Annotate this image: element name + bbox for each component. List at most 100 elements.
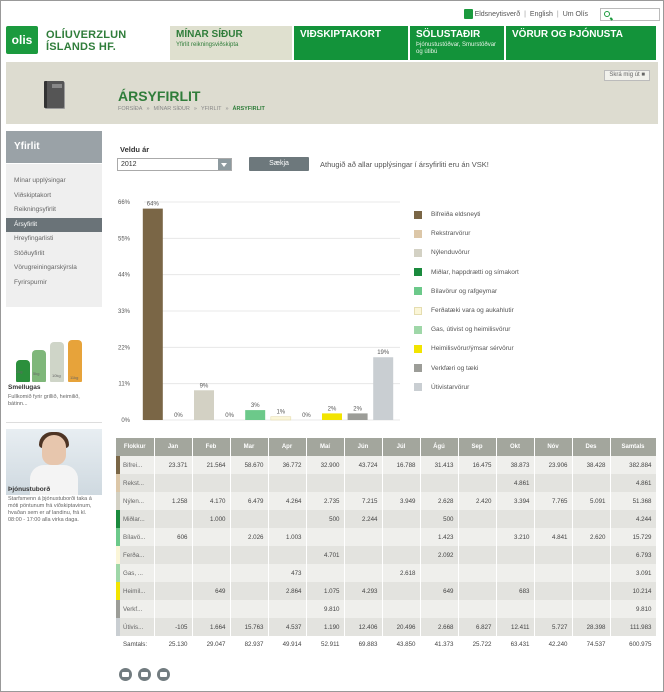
- breadcrumb-item[interactable]: FORSÍÐA: [118, 106, 142, 112]
- row-category: Verkf...: [116, 600, 155, 618]
- logo[interactable]: olis: [6, 26, 38, 54]
- row-category: Útivis...: [116, 618, 155, 636]
- table-cell: 2.420: [458, 492, 497, 510]
- search-input[interactable]: [600, 7, 660, 21]
- year-value: 2012: [121, 161, 137, 168]
- gas-tank-image: [32, 350, 46, 382]
- row-total: 51.368: [610, 492, 657, 510]
- table-cell: [534, 582, 573, 600]
- breadcrumb-item[interactable]: YFIRLIT: [201, 106, 221, 112]
- table-row: Miðlar... 1.000 500 2.244 500 4.244: [116, 510, 657, 528]
- breadcrumb-item[interactable]: MÍNAR SÍÐUR: [154, 106, 190, 112]
- table-cell: [306, 564, 345, 582]
- table-cell: [496, 546, 535, 564]
- row-category: Miðlar...: [116, 510, 155, 528]
- legend-label: Gas, útivist og heimilisvörur: [431, 326, 511, 334]
- lock-icon: ■: [641, 72, 645, 78]
- legend-swatch: [414, 287, 422, 296]
- sidebar-item[interactable]: Fyrirspurnir: [6, 276, 102, 291]
- row-total: 4.861: [610, 474, 657, 492]
- promo-service-desk[interactable]: Þjónustuborð Starfsmenn á þjónustuborði …: [6, 429, 102, 569]
- chart-bar[interactable]: [322, 413, 342, 420]
- total-cell: 69.883: [344, 636, 383, 652]
- table-cell: [154, 546, 193, 564]
- table-row: Gas, ... 473 2.618 3.091: [116, 564, 657, 582]
- nav-tab[interactable]: VÖRUR OG ÞJÓNUSTA: [506, 26, 656, 60]
- table-cell: [192, 564, 231, 582]
- table-cell: [420, 564, 459, 582]
- table-cell: [154, 600, 193, 618]
- chart-bar[interactable]: [347, 413, 368, 420]
- legend-label: Heimilisvörur/ýmsar sérvörur: [431, 345, 514, 353]
- legend-item: Rekstrarvörur: [414, 224, 614, 243]
- table-cell: [154, 474, 193, 492]
- table-cell: 28.398: [572, 618, 611, 636]
- table-cell: 9.810: [306, 600, 345, 618]
- table-cell: 500: [420, 510, 459, 528]
- chart-bar[interactable]: [245, 410, 266, 420]
- sidebar-item[interactable]: Vörugreiningarskýrsla: [6, 261, 102, 276]
- fetch-button[interactable]: Sækja: [249, 157, 309, 171]
- legend-swatch: [414, 210, 422, 219]
- nav-tab[interactable]: MÍNAR SÍÐUR Yfirlit reikningsviðskipta: [170, 26, 292, 60]
- chart-bar[interactable]: [194, 390, 214, 420]
- table-cell: [154, 510, 193, 528]
- chevron-down-icon[interactable]: [218, 159, 231, 170]
- sidebar-item[interactable]: Stöðuyfirlit: [6, 247, 102, 262]
- table-row: Útivis... -105 1.664 15.763 4.537 1.190 12.406…: [116, 618, 657, 636]
- table-cell: [192, 474, 231, 492]
- print-icon[interactable]: [119, 668, 132, 681]
- sidebar-menu: Mínar upplýsingar Viðskiptakort Reikningsy…: [6, 164, 102, 307]
- utility-bar: Eldsneytisverð | English | Um Olís: [463, 6, 664, 22]
- table-cell: 1.664: [192, 618, 231, 636]
- row-total: 382.884: [610, 456, 657, 474]
- sidebar-item[interactable]: Viðskiptakort: [6, 189, 102, 204]
- nav-tab[interactable]: VIÐSKIPTAKORT: [294, 26, 408, 60]
- column-header: Jún: [344, 438, 383, 456]
- table-cell: 32.900: [306, 456, 345, 474]
- table-cell: [382, 582, 421, 600]
- table-cell: 16.475: [458, 456, 497, 474]
- table-cell: [572, 546, 611, 564]
- table-cell: 2.735: [306, 492, 345, 510]
- bar-value-label: 3%: [251, 403, 260, 409]
- table-cell: 4.537: [268, 618, 307, 636]
- sidebar-item[interactable]: Reikningsyfirlit: [6, 203, 102, 218]
- logout-button[interactable]: Skrá mig út ■: [604, 70, 650, 81]
- search-icon[interactable]: [604, 10, 610, 17]
- sidebar-item[interactable]: Mínar upplýsingar: [6, 174, 102, 189]
- english-link[interactable]: English: [526, 11, 557, 18]
- about-link[interactable]: Um Olís: [559, 11, 592, 18]
- table-cell: [230, 582, 269, 600]
- nav-tab[interactable]: SÖLUSTAÐIR Þjónustustöðvar, Smurstöðvar o…: [410, 26, 504, 60]
- chart-bar[interactable]: [270, 416, 292, 421]
- fuel-price-link[interactable]: Eldsneytisverð: [475, 11, 525, 18]
- column-header: Jan: [154, 438, 193, 456]
- bar-value-label: 19%: [377, 350, 390, 356]
- chart-bar[interactable]: [373, 357, 394, 420]
- sidebar-item[interactable]: Hreyfingarlisti: [6, 232, 102, 247]
- table-cell: 3.949: [382, 492, 421, 510]
- legend-swatch: [414, 383, 422, 392]
- excel-icon[interactable]: [157, 668, 170, 681]
- tank-label: 5kg: [33, 371, 40, 376]
- row-total: 15.729: [610, 528, 657, 546]
- table-cell: [306, 528, 345, 546]
- row-category: Ferða...: [116, 546, 155, 564]
- total-cell: 29.047: [192, 636, 231, 652]
- email-icon[interactable]: [138, 668, 151, 681]
- row-category-label: Bílavö...: [123, 533, 146, 541]
- legend-swatch: [414, 306, 422, 315]
- year-select[interactable]: 2012: [117, 158, 232, 171]
- chart-bar[interactable]: [142, 208, 163, 420]
- promo-gas[interactable]: 2kg 5kg 10kg 11kg Smellugas Fullkomið fy…: [6, 311, 102, 423]
- total-cell: 42.240: [534, 636, 573, 652]
- row-category-label: Rekst...: [123, 479, 144, 487]
- bar-value-label: 0%: [225, 413, 234, 419]
- category-color-swatch: [116, 600, 120, 618]
- sidebar-item[interactable]: Ársyfirlit: [6, 217, 102, 232]
- main-nav: MÍNAR SÍÐUR Yfirlit reikningsviðskipta VIÐ…: [168, 26, 658, 60]
- table-header-row: Flokkur Jan Feb Mar Apr Maí Jún Júl Ágú Sep Okt Nóv…: [116, 438, 657, 456]
- column-header: Des: [572, 438, 611, 456]
- table-cell: [458, 600, 497, 618]
